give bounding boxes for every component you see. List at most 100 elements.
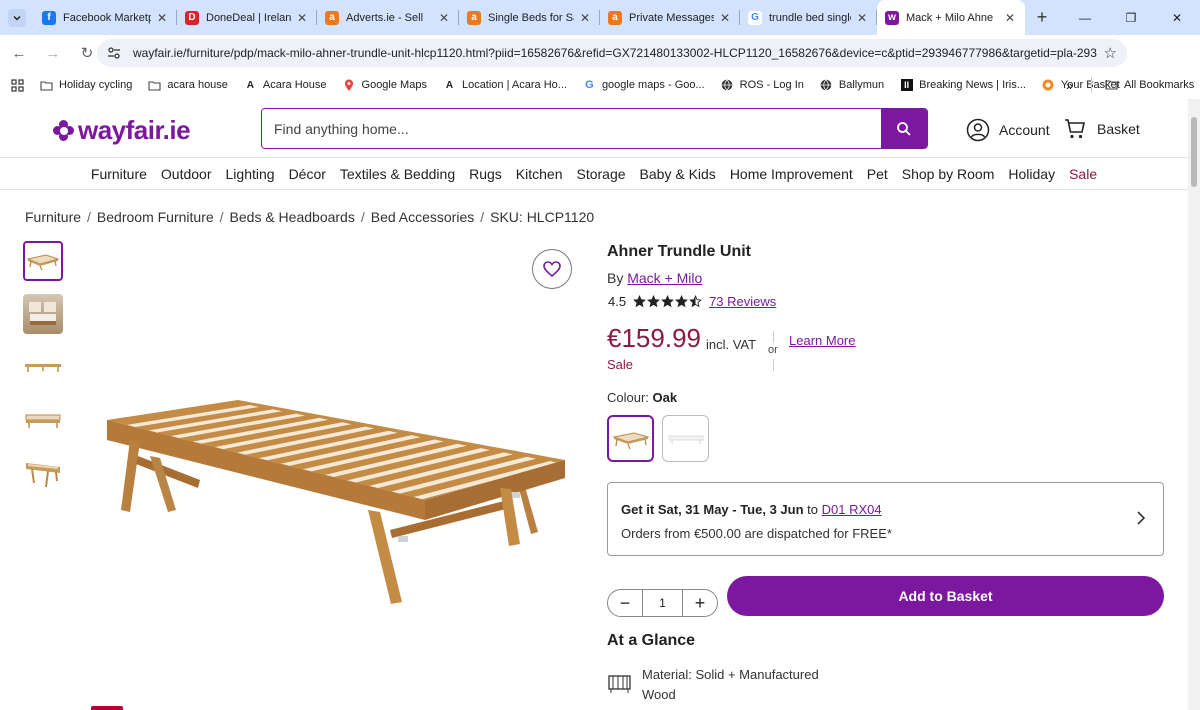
bookmarks-overflow-button[interactable]: » — [1066, 78, 1073, 93]
star-icon — [661, 295, 675, 308]
bookmark-star-icon[interactable]: ☆ — [1104, 44, 1117, 62]
close-tab-icon[interactable]: ✕ — [580, 11, 590, 25]
brand-link[interactable]: Mack + Milo — [627, 270, 702, 286]
bookmark-item[interactable]: II Breaking News | Iris... — [900, 79, 1026, 92]
incl-vat-label: incl. VAT — [706, 337, 757, 352]
browser-tab[interactable]: a Adverts.ie - Sell ✕ — [317, 0, 459, 35]
breadcrumb-item[interactable]: Beds & Headboards — [230, 209, 355, 225]
learn-more-link[interactable]: Learn More — [789, 333, 855, 348]
category-link[interactable]: Storage — [577, 166, 626, 182]
delivery-box[interactable]: Get it Sat, 31 May - Tue, 3 Jun to D01 R… — [607, 482, 1164, 556]
breadcrumb-item[interactable]: Bed Accessories — [371, 209, 475, 225]
colour-value: Oak — [652, 390, 678, 405]
at-a-glance-heading: At a Glance — [607, 632, 696, 649]
category-link[interactable]: Textiles & Bedding — [340, 166, 455, 182]
bookmark-item[interactable]: Ballymun — [820, 79, 884, 92]
search-button[interactable] — [881, 109, 927, 148]
site-info-icon[interactable] — [105, 44, 123, 62]
bookmark-item[interactable]: A Location | Acara Ho... — [443, 79, 567, 92]
favourite-button[interactable] — [532, 249, 572, 289]
google-icon: G — [748, 10, 762, 25]
basket-link[interactable]: Basket — [1064, 118, 1140, 140]
material-spec: Material: Solid + Manufactured Wood — [607, 665, 842, 705]
bookmark-item[interactable]: A Acara House — [244, 79, 327, 92]
breadcrumb-item[interactable]: Furniture — [25, 209, 81, 225]
bookmark-label: Holiday cycling — [59, 79, 133, 91]
bookmark-label: ROS - Log In — [739, 79, 804, 91]
breadcrumb-separator: / — [87, 209, 91, 225]
close-tab-icon[interactable]: ✕ — [157, 11, 167, 25]
category-link[interactable]: Outdoor — [161, 166, 212, 182]
delivery-postcode-link[interactable]: D01 RX04 — [822, 502, 882, 517]
new-tab-button[interactable]: + — [1025, 0, 1059, 35]
category-link[interactable]: Rugs — [469, 166, 502, 182]
category-link[interactable]: Shop by Room — [902, 166, 995, 182]
decrease-quantity-button[interactable]: − — [608, 590, 642, 616]
apps-grid-icon[interactable] — [0, 78, 34, 92]
close-tab-icon[interactable]: ✕ — [720, 11, 730, 25]
bookmark-item[interactable]: Holiday cycling — [40, 79, 132, 92]
add-to-basket-button[interactable]: Add to Basket — [727, 576, 1164, 616]
browser-tab[interactable]: Gtrundle bed single ✕ — [740, 0, 877, 35]
close-tab-icon[interactable]: ✕ — [1005, 11, 1015, 25]
bookmark-item[interactable]: Ggoogle maps - Goo... — [583, 79, 705, 92]
account-label: Account — [999, 122, 1050, 138]
thumbnail-2[interactable] — [23, 294, 63, 334]
bookmark-item[interactable]: Google Maps — [343, 79, 427, 92]
omnibox[interactable]: wayfair.ie/furniture/pdp/mack-milo-ahner… — [97, 39, 1127, 67]
account-link[interactable]: Account — [966, 118, 1050, 142]
browser-tab[interactable]: f Facebook Marketp ✕ — [34, 0, 177, 35]
category-link[interactable]: Décor — [289, 166, 326, 182]
close-window-button[interactable]: ✕ — [1154, 0, 1200, 35]
category-link[interactable]: Holiday — [1008, 166, 1055, 182]
category-link[interactable]: Lighting — [226, 166, 275, 182]
browser-tab[interactable]: a Private Messages ✕ — [600, 0, 740, 35]
all-bookmarks-button[interactable]: All Bookmarks — [1105, 79, 1194, 92]
increase-quantity-button[interactable]: + — [683, 590, 717, 616]
colour-swatch-oak[interactable] — [607, 415, 654, 462]
close-tab-icon[interactable]: ✕ — [297, 11, 307, 25]
thumbnail-5[interactable] — [23, 453, 63, 493]
thumbnail-4[interactable] — [23, 400, 63, 440]
category-link[interactable]: Kitchen — [516, 166, 563, 182]
reviews-link[interactable]: 73 Reviews — [709, 294, 776, 309]
browser-tab[interactable]: a Single Beds for Sa ✕ — [459, 0, 600, 35]
quantity-value[interactable]: 1 — [642, 590, 683, 616]
category-link[interactable]: Sale — [1069, 166, 1097, 182]
browser-tab[interactable]: w Mack + Milo Ahne ✕ — [877, 0, 1025, 35]
wayfair-logo[interactable]: wayfair.ie — [53, 115, 191, 146]
feedback-tab[interactable] — [91, 706, 123, 710]
bookmark-item[interactable]: acara house — [148, 79, 228, 92]
rating-value: 4.5 — [608, 294, 627, 309]
main-product-image[interactable] — [90, 360, 580, 630]
tab-search-button[interactable] — [0, 0, 34, 35]
close-tab-icon[interactable]: ✕ — [439, 11, 449, 25]
url-text[interactable]: wayfair.ie/furniture/pdp/mack-milo-ahner… — [133, 46, 1098, 60]
search-input[interactable] — [262, 109, 881, 148]
search-bar — [261, 108, 928, 149]
bookmark-item[interactable]: ROS - Log In — [721, 79, 804, 92]
back-button[interactable]: ← — [4, 38, 34, 68]
adverts-icon: a — [467, 10, 481, 25]
category-link[interactable]: Baby & Kids — [640, 166, 716, 182]
breadcrumb-item[interactable]: Bedroom Furniture — [97, 209, 214, 225]
close-tab-icon[interactable]: ✕ — [857, 11, 867, 25]
minimize-button[interactable]: — — [1062, 0, 1108, 35]
thumbnail-1[interactable] — [23, 241, 63, 281]
breadcrumb-separator: / — [360, 209, 365, 225]
category-link[interactable]: Furniture — [91, 166, 147, 182]
page-scrollbar[interactable] — [1188, 99, 1200, 710]
all-bookmarks-label: All Bookmarks — [1124, 79, 1195, 91]
colour-swatch-white[interactable] — [662, 415, 709, 462]
forward-button[interactable]: → — [38, 38, 68, 68]
restore-button[interactable]: ❐ — [1108, 0, 1154, 35]
thumbnail-3[interactable] — [23, 347, 63, 387]
donedeal-icon: D — [185, 10, 199, 25]
browser-tab[interactable]: D DoneDeal | Ireland ✕ — [177, 0, 317, 35]
material-icon — [608, 675, 631, 693]
heart-icon — [543, 261, 561, 277]
category-link[interactable]: Home Improvement — [730, 166, 853, 182]
delivery-estimate: Get it Sat, 31 May - Tue, 3 Jun to D01 R… — [621, 502, 882, 517]
bookmark-label: Google Maps — [361, 79, 427, 91]
category-link[interactable]: Pet — [867, 166, 888, 182]
